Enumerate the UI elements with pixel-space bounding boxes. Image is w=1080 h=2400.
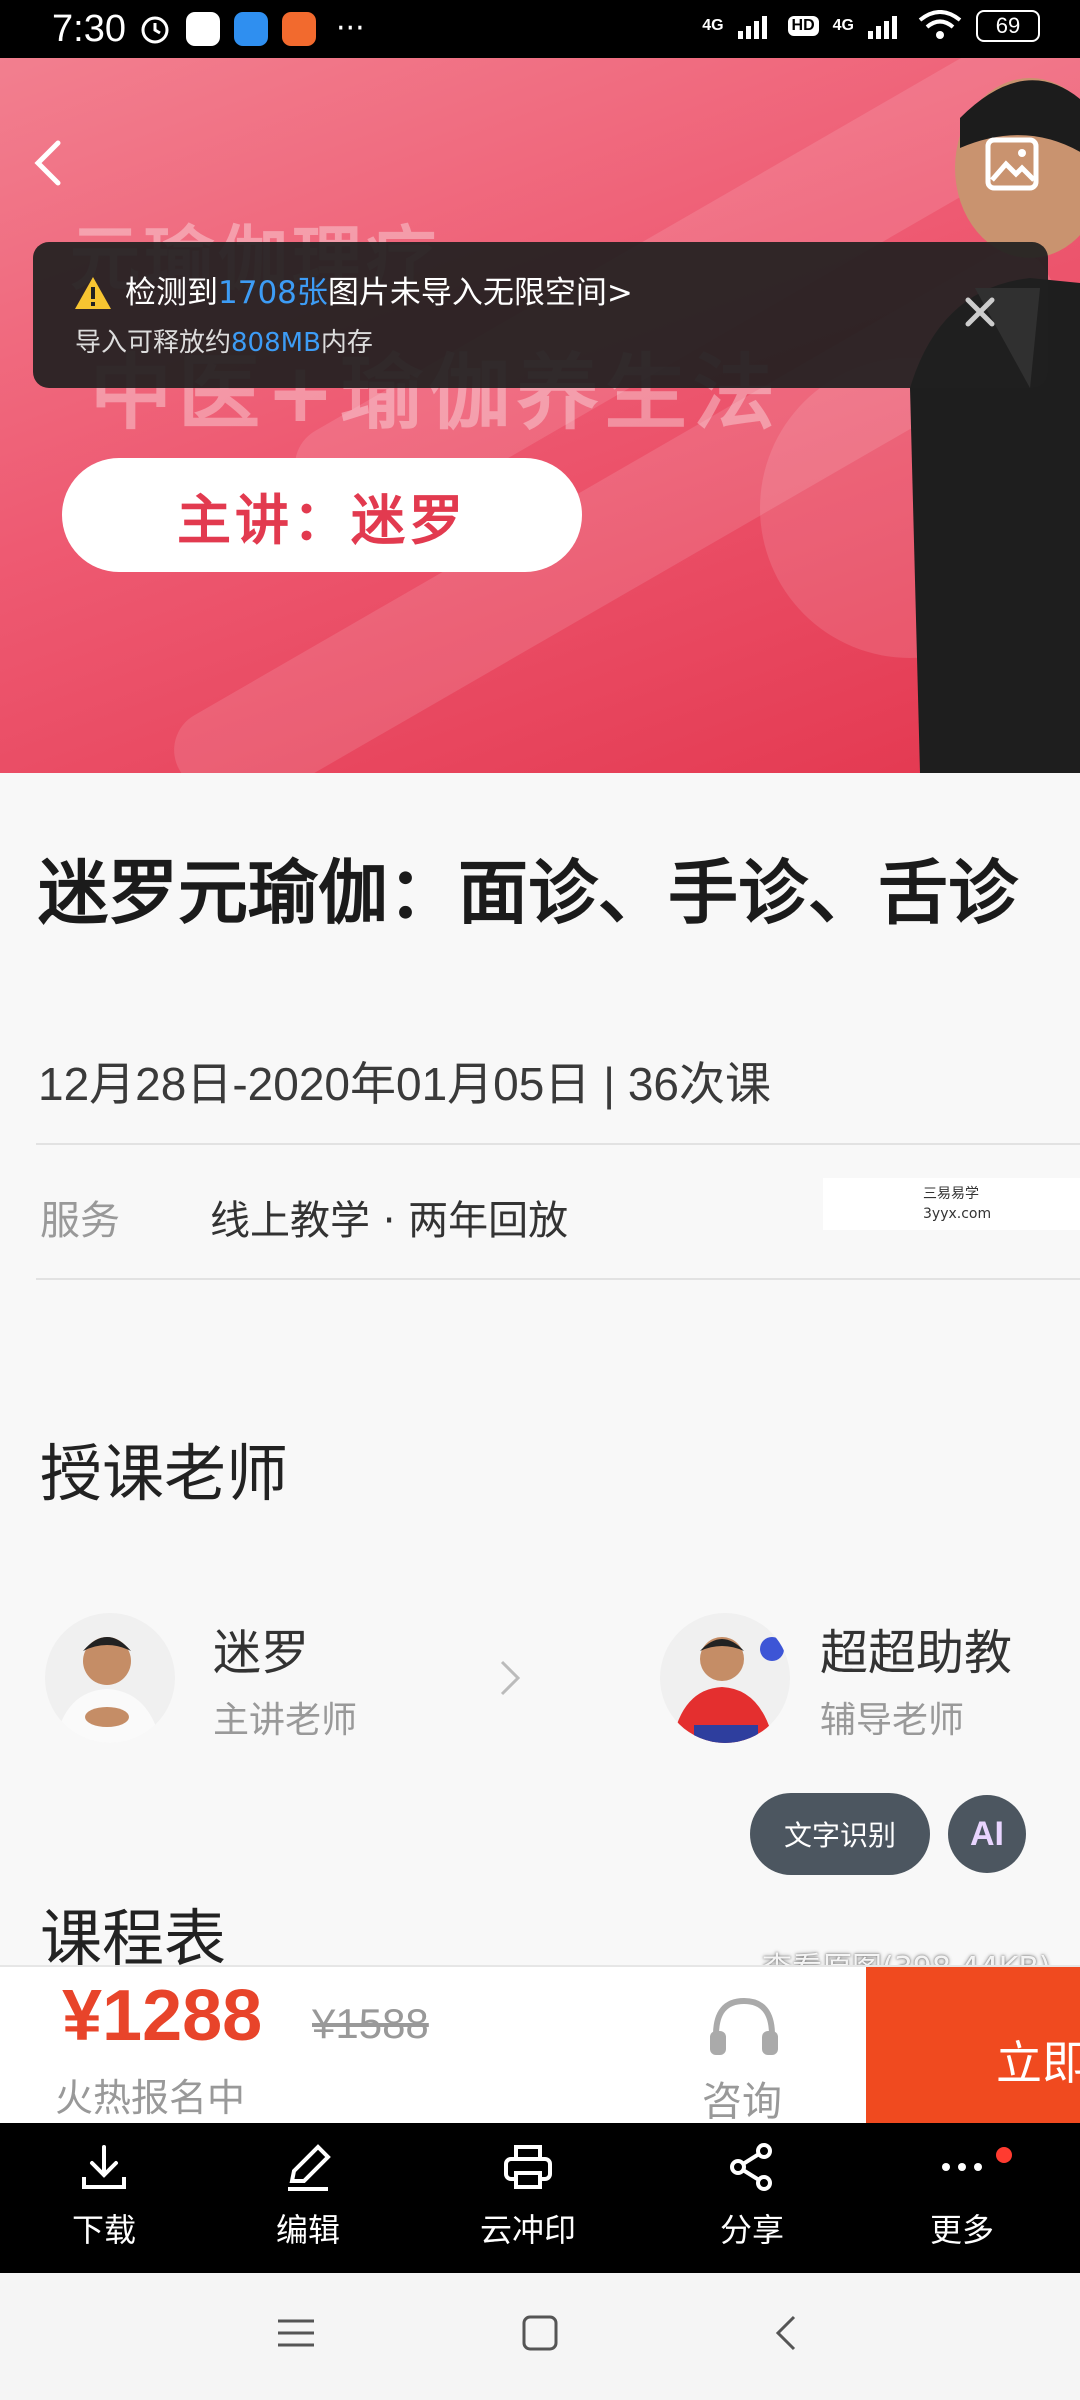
consult-label[interactable]: 咨询 xyxy=(702,2069,782,2127)
back-arrow-icon[interactable] xyxy=(28,133,68,193)
warning-icon xyxy=(75,277,111,309)
teachers-section-title: 授课老师 xyxy=(40,1437,289,1510)
enroll-button[interactable]: 立即报名 xyxy=(866,1967,1080,2125)
watermark-line: 3yyx.com xyxy=(923,1206,992,1222)
headset-icon[interactable] xyxy=(706,1995,782,2065)
cloud-app-icon xyxy=(186,12,220,46)
status-bar: 7:30 ··· 4G HD 4G 69 xyxy=(0,0,1080,58)
service-label: 服务 xyxy=(40,1198,120,1244)
close-icon[interactable] xyxy=(962,294,998,330)
image-action-bar: 下载 编辑 云冲印 分享 更多 xyxy=(0,2123,1080,2273)
course-detail: 迷罗元瑜伽：面诊、手诊、舌诊 12月28日-2020年01月05日 | 36次课… xyxy=(0,773,1080,1986)
notice-text: 图片未导入无限空间> xyxy=(327,275,633,311)
speaker-pill: 主讲：迷罗 xyxy=(62,458,582,572)
action-label: 云冲印 xyxy=(479,2211,576,2249)
original-price: ¥1588 xyxy=(312,2000,429,2047)
chevron-right-icon[interactable] xyxy=(498,1658,522,1698)
action-label: 编辑 xyxy=(275,2211,340,2249)
menu-icon[interactable] xyxy=(276,2313,316,2353)
edit-button[interactable]: 编辑 xyxy=(228,2141,388,2251)
teacher-role: 主讲老师 xyxy=(213,1700,358,1741)
more-icon xyxy=(942,2163,982,2171)
download-button[interactable]: 下载 xyxy=(24,2141,184,2251)
divider xyxy=(36,1143,1080,1145)
notice-line-2: 导入可释放约808MB内存 xyxy=(75,322,373,359)
watermark: 三易易学 3yyx.com xyxy=(823,1178,1080,1230)
message-app-icon xyxy=(234,12,268,46)
teacher-card[interactable]: 迷罗 主讲老师 xyxy=(45,1613,357,1743)
avatar xyxy=(660,1613,790,1743)
status-notification-icons: ··· xyxy=(138,12,365,46)
share-icon xyxy=(730,2143,772,2191)
network-label-1: 4G xyxy=(702,17,724,34)
notice-text: 导入可释放约 xyxy=(75,328,232,358)
action-label: 下载 xyxy=(71,2211,136,2249)
back-icon[interactable] xyxy=(768,2313,808,2353)
import-notice-toast[interactable]: 检测到1708张图片未导入无限空间> 导入可释放约808MB内存 xyxy=(33,242,1048,388)
course-title: 迷罗元瑜伽：面诊、手诊、舌诊 xyxy=(38,852,1018,934)
wifi-icon xyxy=(918,10,962,39)
home-icon[interactable] xyxy=(520,2313,560,2353)
teacher-card[interactable]: 超超助教 辅导老师 xyxy=(660,1613,1012,1743)
action-label: 分享 xyxy=(719,2211,784,2249)
alarm-icon xyxy=(141,16,169,44)
battery-icon: 69 xyxy=(976,10,1040,42)
network-label-2: 4G xyxy=(832,17,854,34)
more-notifications-icon: ··· xyxy=(336,11,365,46)
print-icon xyxy=(504,2145,552,2189)
teacher-name: 迷罗 xyxy=(213,1625,310,1681)
teacher-info: 迷罗 主讲老师 xyxy=(213,1613,357,1743)
course-date: 12月28日-2020年01月05日 | 36次课 xyxy=(38,1058,771,1110)
enrollment-status: 火热报名中 xyxy=(55,2076,246,2120)
hd-badge: HD xyxy=(787,16,819,36)
notification-dot xyxy=(996,2147,1012,2163)
edit-icon xyxy=(288,2144,331,2191)
status-right: 4G HD 4G 69 xyxy=(702,10,1040,42)
speaker-label: 主讲：迷罗 xyxy=(177,488,467,552)
purchase-bar: ¥1288 ¥1588 火热报名中 咨询 立即报名 xyxy=(0,1965,1080,2125)
status-time: 7:30 xyxy=(52,8,126,50)
teacher-name: 超超助教 xyxy=(820,1625,1013,1681)
more-button[interactable]: 更多 xyxy=(882,2141,1042,2251)
watermark-line: 三易易学 xyxy=(923,1186,979,1202)
instructor-photo xyxy=(910,78,1080,773)
teacher-role: 辅导老师 xyxy=(820,1700,965,1741)
price: ¥1288 xyxy=(62,1976,263,2056)
notice-count: 1708张 xyxy=(218,275,328,311)
system-nav-bar xyxy=(0,2273,1080,2400)
action-label: 更多 xyxy=(929,2211,994,2249)
course-banner: 元瑜伽理疗 中医+瑜伽养生法 主讲：迷罗 xyxy=(0,58,1080,773)
notice-text: 检测到 xyxy=(125,275,218,311)
image-icon[interactable] xyxy=(984,136,1040,192)
notice-size: 808MB xyxy=(231,328,321,358)
teacher-info: 超超助教 辅导老师 xyxy=(820,1613,1012,1743)
share-button[interactable]: 分享 xyxy=(672,2141,832,2251)
signal-icon-2 xyxy=(868,16,897,39)
notice-text: 内存 xyxy=(320,328,373,358)
print-button[interactable]: 云冲印 xyxy=(448,2141,608,2251)
divider xyxy=(36,1278,1080,1280)
video-app-icon xyxy=(282,12,316,46)
ai-button[interactable]: AI xyxy=(948,1795,1026,1873)
notice-line-1: 检测到1708张图片未导入无限空间> xyxy=(125,267,633,312)
download-icon xyxy=(82,2145,126,2189)
text-recognition-button[interactable]: 文字识别 xyxy=(750,1793,930,1875)
avatar xyxy=(45,1613,175,1743)
service-value: 线上教学 · 两年回放 xyxy=(210,1198,569,1244)
signal-icon xyxy=(737,16,767,39)
